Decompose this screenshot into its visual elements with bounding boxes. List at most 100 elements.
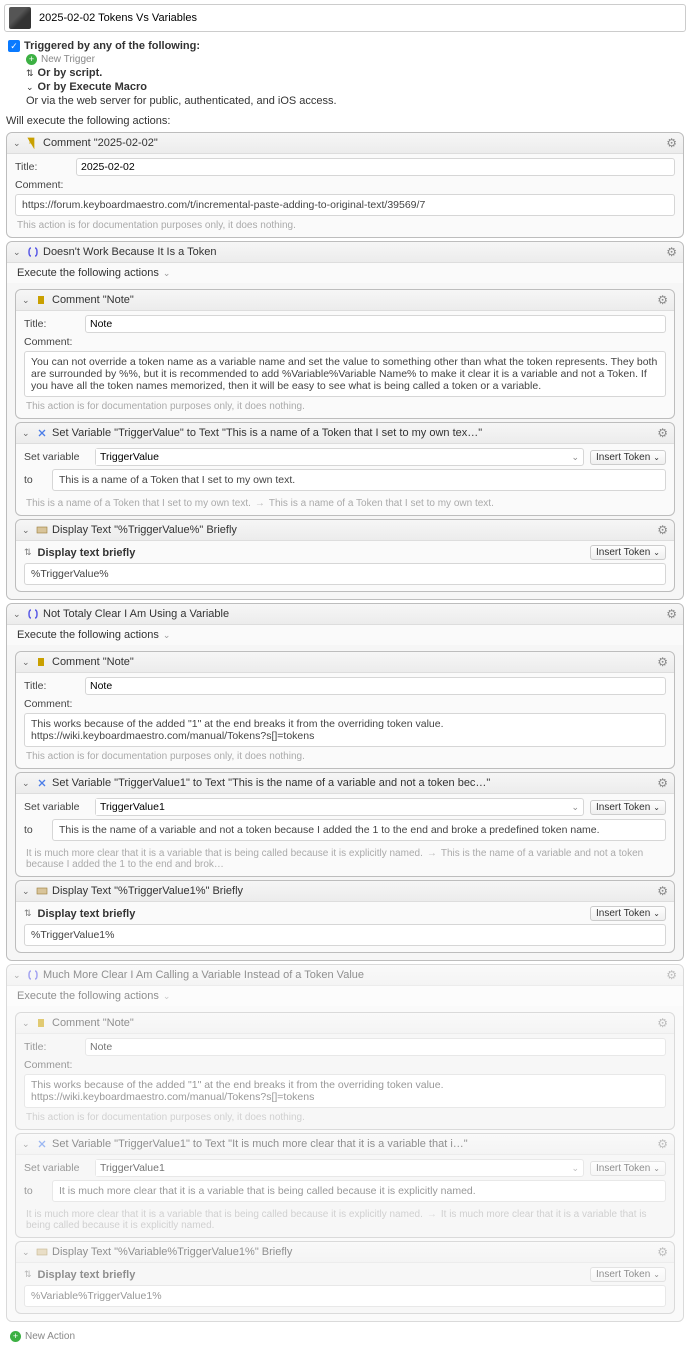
macro-icon [9,7,31,29]
action-comment-card[interactable]: ⌄ Comment "2025-02-02" ⚙ Title: Comment:… [6,132,684,238]
updown-icon[interactable]: ⇅ [24,547,32,558]
triggered-heading: Triggered by any of the following: [24,40,200,52]
action-display-card[interactable]: ⌄ Display Text "%Variable%TriggerValue1%… [15,1241,675,1314]
chevron-down-icon[interactable]: ⌄ [22,295,32,306]
gear-icon[interactable]: ⚙ [657,1137,668,1151]
title-label: Title: [24,680,79,692]
group-card-2[interactable]: ⌄ Not Totaly Clear I Am Using a Variable… [6,603,684,961]
display-value-textarea[interactable]: %Variable%TriggerValue1% [24,1285,666,1307]
chevron-down-icon[interactable]: ⌄ [13,138,23,149]
chevron-down-icon[interactable]: ⌄ [22,1018,32,1029]
variable-name-select[interactable]: ⌄ [95,798,584,816]
setvar-hint: This is a name of a Token that I set to … [24,494,666,509]
actions-heading: Will execute the following actions: [0,111,690,129]
gear-icon[interactable]: ⚙ [657,426,668,440]
value-textarea[interactable]: This is the name of a variable and not a… [52,819,666,841]
insert-token-button[interactable]: Insert Token⌄ [590,1161,666,1176]
value-textarea[interactable]: This is a name of a Token that I set to … [52,469,666,491]
gear-icon[interactable]: ⚙ [666,245,677,259]
chevron-down-icon[interactable]: ⌄ [22,657,32,668]
gear-icon[interactable]: ⚙ [666,136,677,150]
gear-icon[interactable]: ⚙ [657,1245,668,1259]
gear-icon[interactable]: ⚙ [657,776,668,790]
action-display-card[interactable]: ⌄ Display Text "%TriggerValue1%" Briefly… [15,880,675,953]
insert-token-button[interactable]: Insert Token⌄ [590,800,666,815]
action-setvar-card[interactable]: ⌄ Set Variable "TriggerValue1" to Text "… [15,772,675,877]
new-action-link[interactable]: New Action [25,1331,75,1342]
triggered-checkbox[interactable] [8,40,20,52]
group-icon [27,608,39,620]
title-input[interactable] [76,158,675,176]
chevron-down-icon[interactable]: ⌄ [567,1163,583,1174]
title-input[interactable] [85,315,666,333]
plus-icon[interactable]: + [10,1331,21,1342]
gear-icon[interactable]: ⚙ [657,1016,668,1030]
gear-icon[interactable]: ⚙ [657,884,668,898]
insert-token-button[interactable]: Insert Token⌄ [590,1267,666,1282]
variable-name-select[interactable]: ⌄ [95,448,584,466]
action-comment-card[interactable]: ⌄ Comment "Note" ⚙ Title: Comment: This … [15,651,675,769]
comment-label: Comment: [24,698,79,710]
chevron-down-icon[interactable]: ⌄ [22,886,32,897]
trigger-section: Triggered by any of the following: + New… [0,36,690,111]
comment-textarea[interactable]: This works because of the added "1" at t… [24,713,666,747]
chevron-down-icon[interactable]: ⌄ [163,991,171,1002]
display-briefly-label[interactable]: Display text briefly [38,908,584,920]
or-execute-macro[interactable]: Or by Execute Macro [38,81,147,93]
chevron-down-icon[interactable]: ⌄ [13,970,23,981]
chevron-down-icon[interactable]: ⌄ [22,1139,32,1150]
updown-icon[interactable]: ⇅ [26,68,34,79]
action-setvar-card[interactable]: ⌄ Set Variable "TriggerValue1" to Text "… [15,1133,675,1238]
gear-icon[interactable]: ⚙ [657,523,668,537]
plus-icon[interactable]: + [26,54,37,65]
display-briefly-label[interactable]: Display text briefly [38,547,584,559]
variable-name-select[interactable]: ⌄ [95,1159,584,1177]
action-comment-card[interactable]: ⌄ Comment "Note" ⚙ Title: Comment: This … [15,1012,675,1130]
macro-title-input[interactable] [37,10,681,26]
title-input[interactable] [85,677,666,695]
or-by-script[interactable]: Or by script. [38,67,103,79]
chevron-down-icon[interactable]: ⌄ [22,428,32,439]
insert-token-button[interactable]: Insert Token⌄ [590,906,666,921]
display-icon [36,1246,48,1258]
title-input[interactable] [85,1038,666,1056]
display-value-textarea[interactable]: %TriggerValue1% [24,924,666,946]
action-setvar-card[interactable]: ⌄ Set Variable "TriggerValue" to Text "T… [15,422,675,516]
updown-icon[interactable]: ⇅ [24,1269,32,1280]
gear-icon[interactable]: ⚙ [666,607,677,621]
chevron-down-icon[interactable]: ⌄ [22,1247,32,1258]
chevron-down-icon[interactable]: ⌄ [13,247,23,258]
insert-token-button[interactable]: Insert Token⌄ [590,450,666,465]
chevron-down-icon[interactable]: ⌄ [22,525,32,536]
action-comment-card[interactable]: ⌄ Comment "Note" ⚙ Title: Comment: You c… [15,289,675,419]
new-trigger-link[interactable]: New Trigger [41,54,95,65]
comment-icon [27,137,39,149]
chevron-down-icon[interactable]: ⌄ [13,609,23,620]
display-value-textarea[interactable]: %TriggerValue% [24,563,666,585]
action-title: Comment "2025-02-02" [43,137,158,149]
insert-token-button[interactable]: Insert Token⌄ [590,545,666,560]
chevron-down-icon[interactable]: ⌄ [163,630,171,641]
title-label: Title: [24,318,79,330]
comment-textarea[interactable]: https://forum.keyboardmaestro.com/t/incr… [15,194,675,216]
chevron-down-icon[interactable]: ⌄ [22,778,32,789]
chevron-down-icon[interactable]: ⌄ [163,268,171,279]
group-card-1[interactable]: ⌄ Doesn't Work Because It Is a Token ⚙ E… [6,241,684,600]
display-briefly-label[interactable]: Display text briefly [38,1269,584,1281]
group-card-3-disabled[interactable]: ⌄ Much More Clear I Am Calling a Variabl… [6,964,684,1322]
chevron-down-icon[interactable]: ⌄ [26,82,34,93]
or-web-server[interactable]: Or via the web server for public, authen… [26,95,337,107]
display-icon [36,524,48,536]
action-display-card[interactable]: ⌄ Display Text "%TriggerValue%" Briefly … [15,519,675,592]
gear-icon[interactable]: ⚙ [657,293,668,307]
gear-icon[interactable]: ⚙ [666,968,677,982]
comment-textarea[interactable]: This works because of the added "1" at t… [24,1074,666,1108]
value-textarea[interactable]: It is much more clear that it is a varia… [52,1180,666,1202]
chevron-down-icon[interactable]: ⌄ [567,452,583,463]
action-title: Display Text "%TriggerValue1%" Briefly [52,885,243,897]
comment-textarea[interactable]: You can not override a token name as a v… [24,351,666,397]
gear-icon[interactable]: ⚙ [657,655,668,669]
doc-hint: This action is for documentation purpose… [24,747,666,762]
chevron-down-icon[interactable]: ⌄ [567,802,583,813]
updown-icon[interactable]: ⇅ [24,908,32,919]
